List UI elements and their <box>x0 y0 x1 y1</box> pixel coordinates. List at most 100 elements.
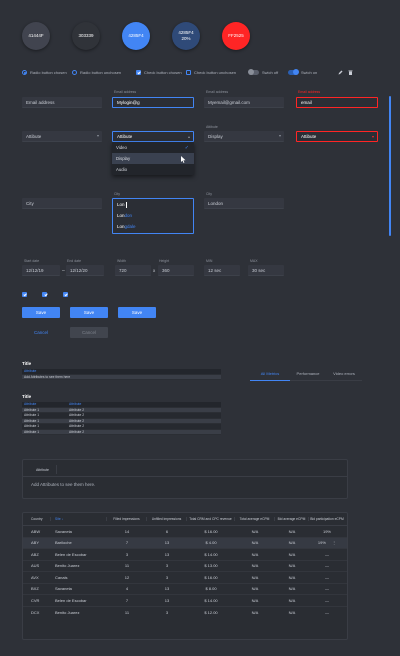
height-field[interactable]: 360 <box>158 265 194 276</box>
cell-country: AUS <box>31 563 40 569</box>
cell-bid-avg: N/A <box>288 540 296 546</box>
table-row[interactable]: BXZ Savaneta 4 13 $ 8.00 N/A N/A — <box>23 584 347 595</box>
cell-total-ecpm: N/A <box>251 574 259 580</box>
cell-filled: 11 <box>124 563 130 569</box>
cancel-button-disabled[interactable]: Cancel <box>70 327 108 338</box>
swatch-label: 4285F4 <box>128 33 144 39</box>
table-row[interactable]: ABZ Belen de Escobar 3 13 $ 14.00 N/A N/A — <box>23 549 347 561</box>
cell: Attribute 1 <box>24 424 40 429</box>
cell: Attribute 2 <box>69 413 85 418</box>
city-input[interactable]: Lon <box>113 199 193 210</box>
cell-bid-avg: N/A <box>288 609 296 615</box>
header-total-ecpm[interactable]: Total average eCPM <box>235 517 275 521</box>
email-field-error[interactable]: email <box>296 97 378 108</box>
min-field[interactable]: 12 sec <box>204 265 240 276</box>
cell-revenue: $ 16.00 <box>204 574 218 580</box>
save-button-1[interactable]: Save <box>22 307 60 318</box>
header-filled[interactable]: Filled impressions <box>107 517 147 521</box>
save-button-2[interactable]: Save <box>70 307 108 318</box>
header-bid-part[interactable]: Bid participation eCPM <box>309 517 345 521</box>
end-date-field[interactable]: 12/12/20 <box>66 265 104 276</box>
tab-all-metrics[interactable]: All Metrics <box>250 367 290 381</box>
cell-unfilled-value: 13 <box>164 540 170 546</box>
attribute-select-error[interactable]: Attibute <box>296 131 378 142</box>
table-row[interactable]: AUS Benito Juarez 11 3 $ 13.00 N/A N/A — <box>23 561 347 572</box>
toggle-icon[interactable] <box>248 69 259 75</box>
city-field-filled[interactable]: London <box>204 198 284 209</box>
save-button-3[interactable]: Save <box>118 307 156 318</box>
suggestion-item[interactable]: Lon don <box>113 210 193 221</box>
header-unfilled[interactable]: Unfilled impressions <box>147 517 187 521</box>
cell-bid-part-value: 19% <box>317 540 326 546</box>
cell-country: ABY <box>31 540 40 546</box>
cell-site: Bariloche <box>55 540 72 546</box>
cell-bid-avg: N/A <box>288 597 296 603</box>
cell-revenue: $ 16.00 <box>204 528 218 534</box>
email-field-filled[interactable]: Myemail@gmail.com <box>204 97 284 108</box>
checkbox-small-1[interactable] <box>22 292 27 297</box>
switch-on[interactable]: Swich on <box>288 69 318 75</box>
checkbox-small-3[interactable] <box>62 292 68 297</box>
table-row[interactable]: ABY Bariloche 7 13 $ 4.00 N/A N/A 19% ⋮ <box>23 537 347 549</box>
checkbox-icon[interactable] <box>136 70 141 75</box>
tab-video-errors[interactable]: Video errors <box>326 367 362 381</box>
email-err-label: Email address <box>298 90 321 94</box>
menu-item-display[interactable]: Display <box>112 153 194 164</box>
email-field-active[interactable]: Mylogin@g <box>112 97 194 108</box>
table-row[interactable]: CVR Belen de Escobar 7 13 $ 14.00 N/A N/A — <box>23 595 347 607</box>
checkbox-small-2[interactable] <box>42 292 48 297</box>
city3-label: City <box>206 192 213 196</box>
city-field-empty[interactable]: City <box>22 198 102 209</box>
attribute-select-filled[interactable]: Display <box>204 131 284 142</box>
radio-unchosen[interactable]: Radio button unchosen <box>72 70 121 75</box>
cell-site: Belen de Escobar <box>55 597 87 603</box>
attribute-chip[interactable]: Attribute <box>29 465 57 474</box>
cell-revenue: $ 14.00 <box>204 551 218 557</box>
header-bid-avg[interactable]: Bid average eCPM <box>275 517 309 521</box>
cell-site: Benito Juarez <box>55 609 80 615</box>
header-site-label: Site <box>55 517 61 521</box>
trash-icon[interactable] <box>348 70 353 75</box>
header-revenue[interactable]: Total CRM and CPC revenue <box>187 517 235 521</box>
cell-revenue: $ 12.00 <box>204 609 218 615</box>
email2-label: Email address <box>206 90 229 94</box>
swatch-sub: 20% <box>181 36 191 41</box>
cell-country: ABZ <box>31 551 39 557</box>
pencil-icon[interactable] <box>338 70 343 75</box>
radio-chosen[interactable]: Radio button chosen <box>22 70 67 75</box>
tab-performance[interactable]: Performance <box>290 367 326 381</box>
switch-label: Swich on <box>301 70 318 75</box>
cell-unfilled: 13 <box>164 597 170 603</box>
attribute-select-1[interactable]: Attibute <box>22 131 102 142</box>
menu-item-video[interactable]: Video ✓ <box>112 142 194 153</box>
cancel-button-text[interactable]: Cancel <box>22 327 60 338</box>
switch-off[interactable]: Swich off <box>248 69 278 75</box>
suggestion-rest: don <box>124 213 133 218</box>
cell-country: CVR <box>31 597 40 603</box>
check-chosen[interactable]: Check button chosen <box>136 70 182 75</box>
radio-icon[interactable] <box>22 70 27 75</box>
attribute-select-open[interactable]: Attibute <box>112 131 194 142</box>
menu-item-audio[interactable]: Audio <box>112 164 194 175</box>
radio-icon[interactable] <box>72 70 77 75</box>
toggle-icon[interactable] <box>288 69 299 75</box>
table-row[interactable]: ABW Savaneta 14 6 $ 16.00 N/A N/A 19% <box>23 526 347 538</box>
header-site[interactable]: Site ↓ <box>51 517 107 521</box>
select-value: Display <box>208 133 223 139</box>
width-field[interactable]: 720 <box>115 265 151 276</box>
checkbox-icon[interactable] <box>186 70 191 75</box>
email-field-empty[interactable]: Email address <box>22 97 102 108</box>
suggestion-item[interactable]: Lon gdale <box>113 221 193 232</box>
max-field[interactable]: 30 sec <box>248 265 284 276</box>
check-unchosen[interactable]: Check button unchosen <box>186 70 236 75</box>
scrollbar-thumb[interactable] <box>389 96 391 236</box>
cell: Attribute 1 <box>24 413 40 418</box>
table-row[interactable]: DCX Benito Juarez 11 3 $ 12.00 N/A N/A — <box>23 607 347 619</box>
more-icon[interactable]: ⋮ <box>332 540 336 545</box>
cell: Attribute 1 <box>24 407 40 412</box>
table-row[interactable]: AVX Canals 12 3 $ 16.00 N/A N/A — <box>23 572 347 584</box>
suggestion-rest: gdale <box>124 224 136 229</box>
header-country[interactable]: Country <box>23 517 51 521</box>
start-date-field[interactable]: 12/12/19 <box>22 265 60 276</box>
swatch-label: FF2525 <box>228 33 244 39</box>
